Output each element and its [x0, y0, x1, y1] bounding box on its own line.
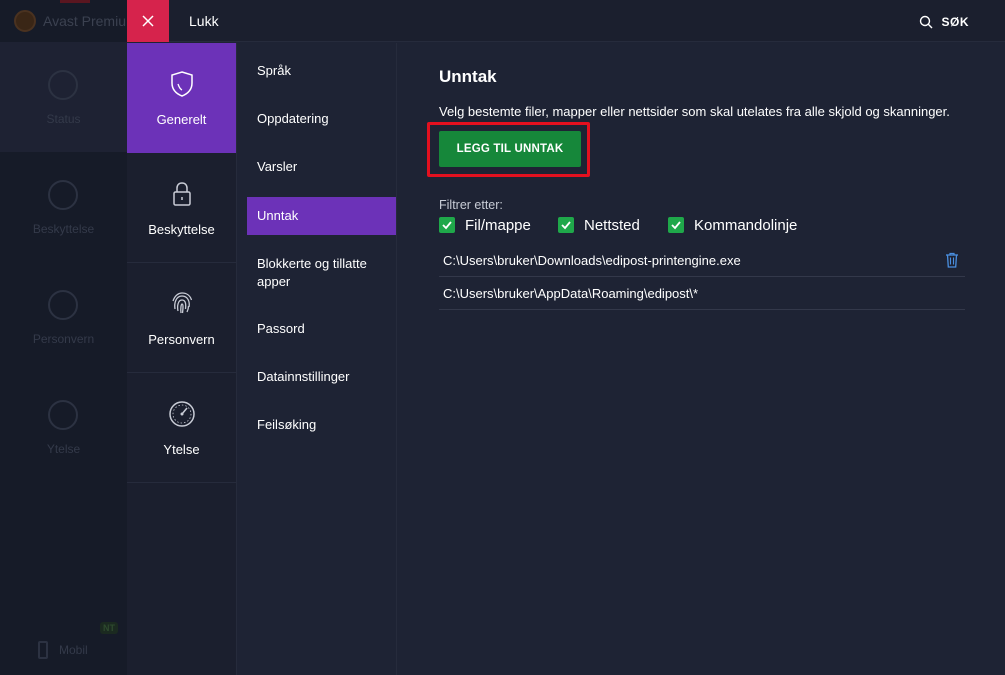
background-nav-label: Status — [46, 112, 81, 126]
background-nav-label: Personvern — [32, 332, 95, 346]
add-exception-button[interactable]: LEGG TIL UNNTAK — [439, 131, 581, 167]
submenu-item-unntak[interactable]: Unntak — [247, 197, 396, 235]
checkbox-checked-icon — [439, 217, 455, 233]
page-title: Unntak — [439, 67, 497, 86]
filter-checkbox-label: Kommandolinje — [694, 216, 798, 234]
exception-row[interactable]: C:\Users\bruker\AppData\Roaming\edipost\… — [439, 277, 965, 310]
checkbox-checked-icon — [558, 217, 574, 233]
background-red-accent — [60, 0, 90, 3]
page-description: Velg bestemte filer, mapper eller nettsi… — [439, 104, 950, 119]
exception-path: C:\Users\bruker\AppData\Roaming\edipost\… — [443, 285, 699, 301]
exception-list: C:\Users\bruker\Downloads\edipost-printe… — [439, 244, 965, 310]
background-nav-ytelse: Ytelse — [0, 372, 127, 482]
submenu-item-oppdatering[interactable]: Oppdatering — [247, 107, 396, 131]
search-label: SØK — [941, 15, 969, 29]
settings-category-column: Generelt Beskyttelse Personvern Ytelse — [127, 43, 237, 675]
search-button[interactable]: SØK — [919, 13, 969, 31]
fingerprint-icon — [172, 292, 193, 314]
exception-row[interactable]: C:\Users\bruker\Downloads\edipost-printe… — [439, 244, 965, 277]
submenu-item-blokkerte-og-tillatte-apper[interactable]: Blokkerte og tillatte apper — [247, 253, 396, 293]
exception-path: C:\Users\bruker\Downloads\edipost-printe… — [443, 252, 741, 268]
close-label[interactable]: Lukk — [189, 13, 219, 29]
background-nav-label: Beskyttelse — [32, 222, 95, 236]
shield-icon — [171, 71, 193, 97]
settings-submenu: Språk Oppdatering Varsler Unntak Blokker… — [237, 43, 397, 675]
category-beskyttelse[interactable]: Beskyttelse — [127, 153, 236, 263]
category-label: Personvern — [148, 332, 215, 347]
settings-top-bar: Lukk SØK — [127, 0, 1005, 42]
background-app-sidebar: Avast Premiu Status Beskyttelse Personve… — [0, 0, 127, 675]
category-label: Ytelse — [163, 442, 200, 457]
filter-label: Filtrer etter: — [439, 198, 503, 212]
filter-checkbox-nettsted[interactable]: Nettsted — [558, 215, 640, 235]
speedometer-icon — [48, 400, 78, 430]
settings-content: Unntak Velg bestemte filer, mapper eller… — [397, 43, 1005, 675]
category-ytelse[interactable]: Ytelse — [127, 373, 236, 483]
category-personvern[interactable]: Personvern — [127, 263, 236, 373]
filter-checkbox-fil-mappe[interactable]: Fil/mappe — [439, 215, 531, 235]
category-generelt[interactable]: Generelt — [127, 43, 236, 153]
trash-icon[interactable] — [945, 252, 959, 268]
avast-logo-icon — [14, 10, 36, 32]
background-nav-status: Status — [0, 42, 127, 152]
submenu-item-passord[interactable]: Passord — [247, 317, 396, 341]
filter-checkbox-kommandolinje[interactable]: Kommandolinje — [668, 215, 797, 235]
filter-checkbox-label: Nettsted — [584, 216, 640, 234]
close-button[interactable] — [127, 0, 169, 42]
mobile-phone-icon — [38, 641, 48, 659]
category-label: Generelt — [156, 112, 207, 127]
background-app-titlebar: Avast Premiu — [0, 0, 127, 42]
checkmark-circle-icon — [48, 70, 78, 100]
lock-icon — [173, 182, 191, 206]
background-app-title: Avast Premiu — [43, 13, 126, 29]
lock-icon — [48, 180, 78, 210]
nt-badge: NT — [100, 622, 118, 634]
submenu-item-varsler[interactable]: Varsler — [247, 155, 396, 179]
submenu-item-feilsoking[interactable]: Feilsøking — [247, 413, 396, 437]
checkbox-checked-icon — [668, 217, 684, 233]
filter-checkbox-label: Fil/mappe — [465, 216, 531, 234]
category-label: Beskyttelse — [148, 222, 215, 237]
search-icon — [920, 15, 933, 29]
background-nav-mobil: Mobil — [59, 643, 88, 657]
fingerprint-icon — [48, 290, 78, 320]
submenu-item-sprak[interactable]: Språk — [247, 59, 396, 83]
background-nav-personvern: Personvern — [0, 262, 127, 372]
settings-panel: Lukk SØK Generelt Beskyttelse Personvern… — [127, 0, 1005, 675]
background-nav-label: Ytelse — [46, 442, 81, 456]
speedometer-icon — [169, 401, 195, 427]
background-nav-beskyttelse: Beskyttelse — [0, 152, 127, 262]
close-icon — [142, 15, 154, 27]
submenu-item-datainnstillinger[interactable]: Datainnstillinger — [247, 365, 396, 389]
